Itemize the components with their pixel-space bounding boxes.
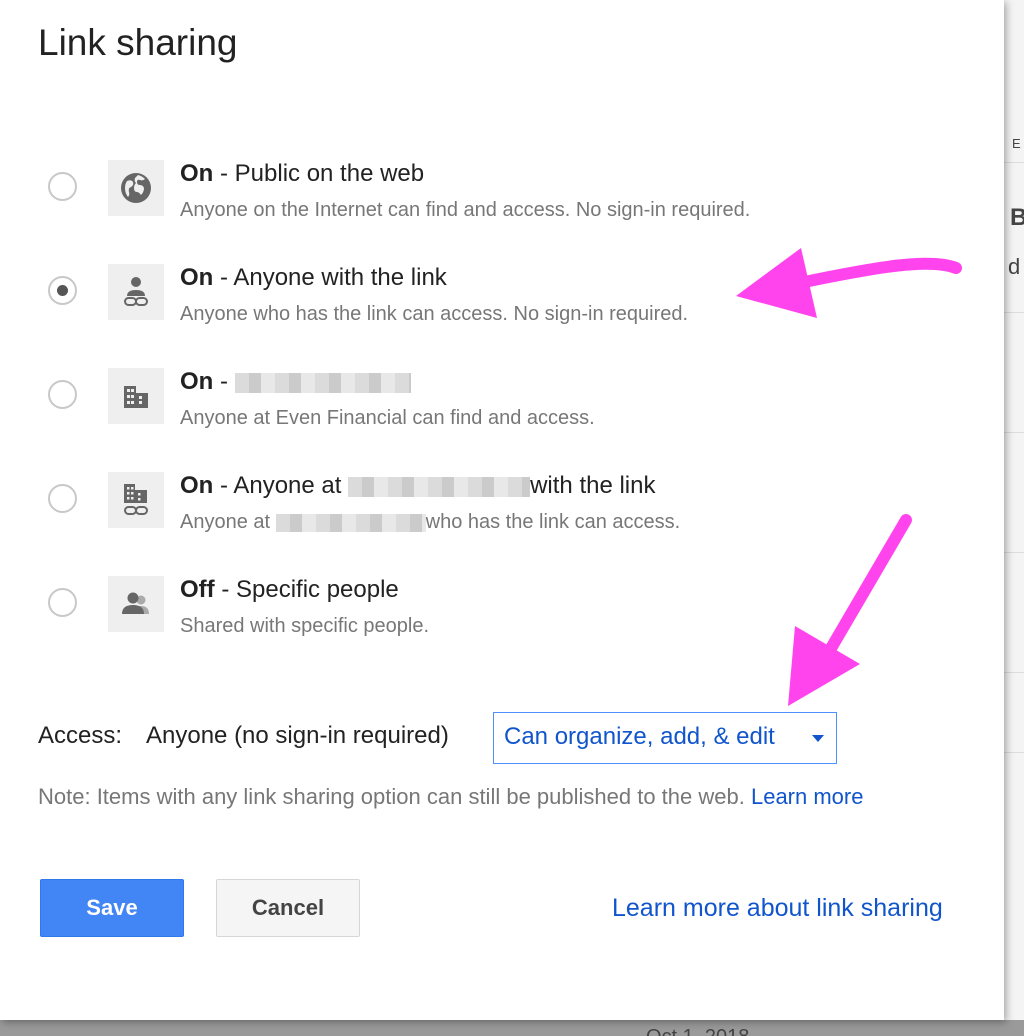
background-divider: [1004, 162, 1024, 163]
radio-specific-people[interactable]: [48, 588, 77, 617]
option-description: Anyone on the Internet can find and acce…: [180, 199, 751, 221]
learn-more-link-sharing[interactable]: Learn more about link sharing: [612, 894, 943, 923]
building-link-icon: [108, 472, 164, 528]
redacted-text: [275, 513, 426, 532]
dialog-title: Link sharing: [38, 22, 238, 63]
background-footer: Oct 1, 2018: [0, 1020, 1024, 1036]
background-text: B: [1010, 204, 1024, 231]
radio-anyone-with-link[interactable]: [48, 276, 77, 305]
person-link-icon: [108, 264, 164, 320]
option-public-on-web[interactable]: On - Public on the web Anyone on the Int…: [0, 158, 1004, 238]
option-title: On -: [180, 368, 411, 396]
background-divider: [1004, 672, 1024, 673]
access-level-dropdown[interactable]: Can organize, add, & edit: [493, 712, 837, 764]
option-description: Shared with specific people.: [180, 615, 430, 637]
globe-icon: [108, 160, 164, 216]
option-title: On - Anyone with the link: [180, 264, 447, 291]
people-icon: [108, 576, 164, 632]
option-organization-with-link[interactable]: On - Anyone at with the link Anyone at w…: [0, 470, 1004, 550]
learn-more-link[interactable]: Learn more: [751, 784, 864, 809]
building-icon: [108, 368, 164, 424]
radio-organization-with-link[interactable]: [48, 484, 77, 513]
option-description: Anyone who has the link can access. No s…: [180, 303, 689, 325]
redacted-text: [348, 476, 531, 497]
access-value: Anyone (no sign-in required): [146, 722, 449, 749]
option-description: Anyone at Even Financial can find and ac…: [180, 407, 595, 429]
option-title: Off - Specific people: [180, 576, 399, 603]
save-button[interactable]: Save: [40, 879, 184, 937]
publish-note: Note: Items with any link sharing option…: [38, 784, 863, 810]
background-page: E B d: [1004, 0, 1024, 1036]
background-divider: [1004, 312, 1024, 313]
background-divider: [1004, 752, 1024, 753]
access-level-selected: Can organize, add, & edit: [504, 723, 775, 750]
option-specific-people[interactable]: Off - Specific people Shared with specif…: [0, 574, 1004, 654]
chevron-down-icon: [812, 735, 824, 742]
background-divider: [1004, 432, 1024, 433]
option-title: On - Anyone at with the link: [180, 472, 656, 499]
note-text: Note: Items with any link sharing option…: [38, 784, 745, 809]
option-title: On - Public on the web: [180, 160, 425, 187]
access-label: Access:: [38, 722, 123, 749]
redacted-text: [234, 372, 411, 393]
background-date: Oct 1, 2018: [646, 1026, 749, 1036]
radio-public-on-web[interactable]: [48, 172, 77, 201]
option-organization[interactable]: On - Anyone at Even Financial can find a…: [0, 366, 1004, 446]
radio-organization[interactable]: [48, 380, 77, 409]
option-description: Anyone at who has the link can access.: [180, 511, 681, 533]
option-anyone-with-link[interactable]: On - Anyone with the link Anyone who has…: [0, 262, 1004, 342]
background-text: E: [1012, 136, 1021, 151]
background-divider: [1004, 552, 1024, 553]
background-text: d: [1008, 254, 1021, 279]
cancel-button[interactable]: Cancel: [216, 879, 360, 937]
link-sharing-dialog: Link sharing On - Public on the web Anyo…: [0, 0, 1004, 1020]
